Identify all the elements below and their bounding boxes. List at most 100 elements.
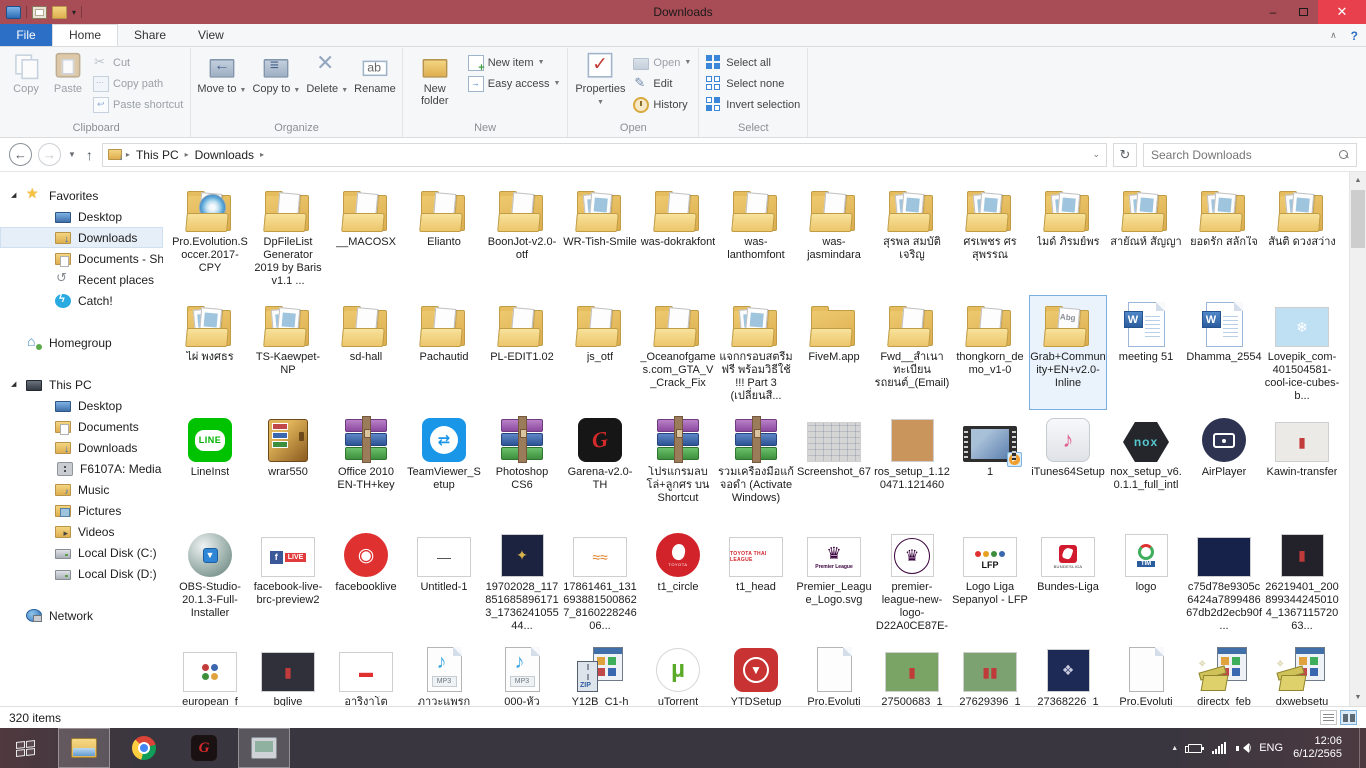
file-item[interactable]: thongkorn_demo_v1-0 — [951, 295, 1029, 410]
file-item[interactable]: ❖ 27368226_1 — [1029, 640, 1107, 706]
breadcrumb-segment[interactable]: Downloads — [193, 148, 256, 162]
file-item[interactable]: wrar550 — [249, 410, 327, 525]
file-item[interactable]: ▶ 1 — [951, 410, 1029, 525]
file-item[interactable]: TS-Kaewpet-NP — [249, 295, 327, 410]
file-item[interactable]: ▮ Kawin-transfer — [1263, 410, 1341, 525]
open-button[interactable]: Open▼ — [629, 52, 695, 73]
file-item[interactable]: Pro.Evoluti — [1107, 640, 1185, 706]
close-button[interactable]: ✕ — [1318, 0, 1366, 24]
file-item[interactable]: ♪ iTunes64Setup — [1029, 410, 1107, 525]
file-item[interactable]: ✧ dxwebsetu — [1263, 640, 1341, 706]
properties-button[interactable]: Properties ▼ — [571, 48, 629, 109]
cut-button[interactable]: Cut — [89, 52, 187, 73]
tab-share[interactable]: Share — [118, 24, 182, 46]
file-item[interactable]: ▮▮ 27629396_1 — [951, 640, 1029, 706]
paste-button[interactable]: Paste — [47, 48, 89, 95]
file-item[interactable]: WR-Tish-Smile — [561, 180, 639, 295]
sidebar-section-thispc[interactable]: ◢ This PC — [0, 374, 163, 395]
sidebar-item-desktop[interactable]: Desktop — [0, 395, 163, 416]
file-item[interactable]: ♪MP3 000-หัว — [483, 640, 561, 706]
up-button[interactable]: ↑ — [83, 147, 96, 163]
back-button[interactable]: ← — [9, 143, 32, 166]
sidebar-item-documents-shortc[interactable]: Documents - Shortc — [0, 248, 163, 269]
sidebar-item-downloads[interactable]: Downloads — [0, 227, 163, 248]
file-item[interactable]: ▮ 27500683_1 — [873, 640, 951, 706]
search-input[interactable]: Search Downloads — [1143, 143, 1357, 167]
sidebar-item-downloads[interactable]: Downloads — [0, 437, 163, 458]
expander-icon[interactable]: ◢ — [11, 380, 16, 388]
customize-qat-caret-icon[interactable]: ▾ — [72, 8, 76, 17]
sidebar-item-desktop[interactable]: Desktop — [0, 206, 163, 227]
address-bar[interactable]: ▸ This PC▸ Downloads▸ ⌄ — [102, 143, 1107, 167]
move-to-button[interactable]: Move to ▼ — [194, 48, 249, 97]
file-item[interactable]: BUNDESLIGA Bundes-Liga — [1029, 525, 1107, 640]
new-folder-button[interactable]: New folder — [406, 48, 464, 107]
edit-button[interactable]: Edit — [629, 73, 695, 94]
sidebar-item-catch-[interactable]: Catch! — [0, 290, 163, 311]
sidebar-item-recent-places[interactable]: Recent places — [0, 269, 163, 290]
details-view-button[interactable] — [1320, 710, 1337, 725]
help-icon[interactable]: ? — [1351, 29, 1358, 43]
file-item[interactable]: was-jasmindara — [795, 180, 873, 295]
file-item[interactable]: ♛ premier-league-new-logo-D22A0CE87E-see… — [873, 525, 951, 640]
file-item[interactable]: Y12B_C1-h — [561, 640, 639, 706]
file-item[interactable]: ไมด์ ภิรมย์พร — [1029, 180, 1107, 295]
address-dropdown-icon[interactable]: ⌄ — [1092, 149, 1100, 160]
file-item[interactable]: ✦ 19702028_1178516858961713_173624105544… — [483, 525, 561, 640]
select-none-button[interactable]: Select none — [702, 73, 804, 94]
sidebar-item-music[interactable]: Music — [0, 479, 163, 500]
taskbar-chrome-button[interactable] — [118, 728, 170, 768]
taskbar-file-explorer-button[interactable] — [58, 728, 110, 768]
breadcrumb-segment[interactable]: This PC — [134, 148, 181, 162]
scroll-down-icon[interactable]: ▼ — [1350, 689, 1366, 706]
file-item[interactable]: Pachautid — [405, 295, 483, 410]
file-item[interactable]: was-dokrakfont — [639, 180, 717, 295]
file-item[interactable]: แจกกรอบสตรีมฟรี พร้อมวิธีใช้ !!! Part 3 … — [717, 295, 795, 410]
file-item[interactable]: สุรพล สมบัติเจริญ — [873, 180, 951, 295]
file-item[interactable]: µ uTorrent — [639, 640, 717, 706]
file-item[interactable]: ros_setup_1.120471.121460 — [873, 410, 951, 525]
file-item[interactable]: ยอดรัก สลักใจ — [1185, 180, 1263, 295]
restore-button[interactable] — [1288, 0, 1318, 24]
file-item[interactable]: Pro.Evolution.Soccer.2017-CPY — [171, 180, 249, 295]
sidebar-section-homegroup[interactable]: Homegroup — [0, 332, 163, 353]
rename-button[interactable]: Rename — [351, 48, 399, 95]
history-button[interactable]: History — [629, 94, 695, 115]
invert-selection-button[interactable]: Invert selection — [702, 94, 804, 115]
network-signal-icon[interactable] — [1212, 742, 1226, 754]
file-item[interactable]: ♪MP3 ภาวะแพรก — [405, 640, 483, 706]
clock[interactable]: 12:06 6/12/2565 — [1293, 735, 1342, 761]
file-item[interactable]: ▮ 26219401_2008993442450104_136711572063… — [1263, 525, 1341, 640]
file-item[interactable]: fLIVE facebook-live-brc-preview2 — [249, 525, 327, 640]
file-item[interactable]: Fwd__สำเนาทะเบียนรถยนต์_(Email) — [873, 295, 951, 410]
select-all-button[interactable]: Select all — [702, 52, 804, 73]
file-item[interactable]: ◉ facebooklive — [327, 525, 405, 640]
file-item[interactable]: js_otf — [561, 295, 639, 410]
scroll-up-icon[interactable]: ▲ — [1350, 172, 1366, 189]
sidebar-item-local-disk-c-[interactable]: Local Disk (C:) — [0, 542, 163, 563]
file-item[interactable]: was-lanthomfont — [717, 180, 795, 295]
sidebar-section-network[interactable]: Network — [0, 605, 163, 626]
copy-to-button[interactable]: Copy to ▼ — [249, 48, 303, 97]
file-item[interactable]: LINE LineInst — [171, 410, 249, 525]
file-item[interactable]: G Garena-v2.0-TH — [561, 410, 639, 525]
file-item[interactable]: Screenshot_67 — [795, 410, 873, 525]
file-item[interactable]: ✧ directx_feb — [1185, 640, 1263, 706]
file-item[interactable]: W Dhamma_2554 — [1185, 295, 1263, 410]
file-item[interactable]: ❄ Lovepik_com-401504581-cool-ice-cubes-b… — [1263, 295, 1341, 410]
file-item[interactable]: ไผ่ พงศธร — [171, 295, 249, 410]
file-item[interactable]: ⇄ TeamViewer_Setup — [405, 410, 483, 525]
file-item[interactable]: Photoshop CS6 — [483, 410, 561, 525]
file-item[interactable]: — Untitled-1 — [405, 525, 483, 640]
file-item[interactable]: c75d78e9305c6424a789948667db2d2ecb90f... — [1185, 525, 1263, 640]
taskbar-garena-button[interactable]: G — [178, 728, 230, 768]
sidebar-section-favorites[interactable]: ◢ Favorites — [0, 185, 163, 206]
search-icon[interactable] — [1339, 150, 1349, 160]
power-icon[interactable] — [1188, 744, 1202, 753]
recent-locations-caret-icon[interactable]: ▼ — [67, 150, 77, 159]
file-item[interactable]: european_f — [171, 640, 249, 706]
file-item[interactable]: ▮ bglive — [249, 640, 327, 706]
properties-shortcut-icon[interactable] — [32, 6, 47, 19]
file-item[interactable]: ศรเพชร ศรสุพรรณ — [951, 180, 1029, 295]
paste-shortcut-button[interactable]: Paste shortcut — [89, 94, 187, 115]
